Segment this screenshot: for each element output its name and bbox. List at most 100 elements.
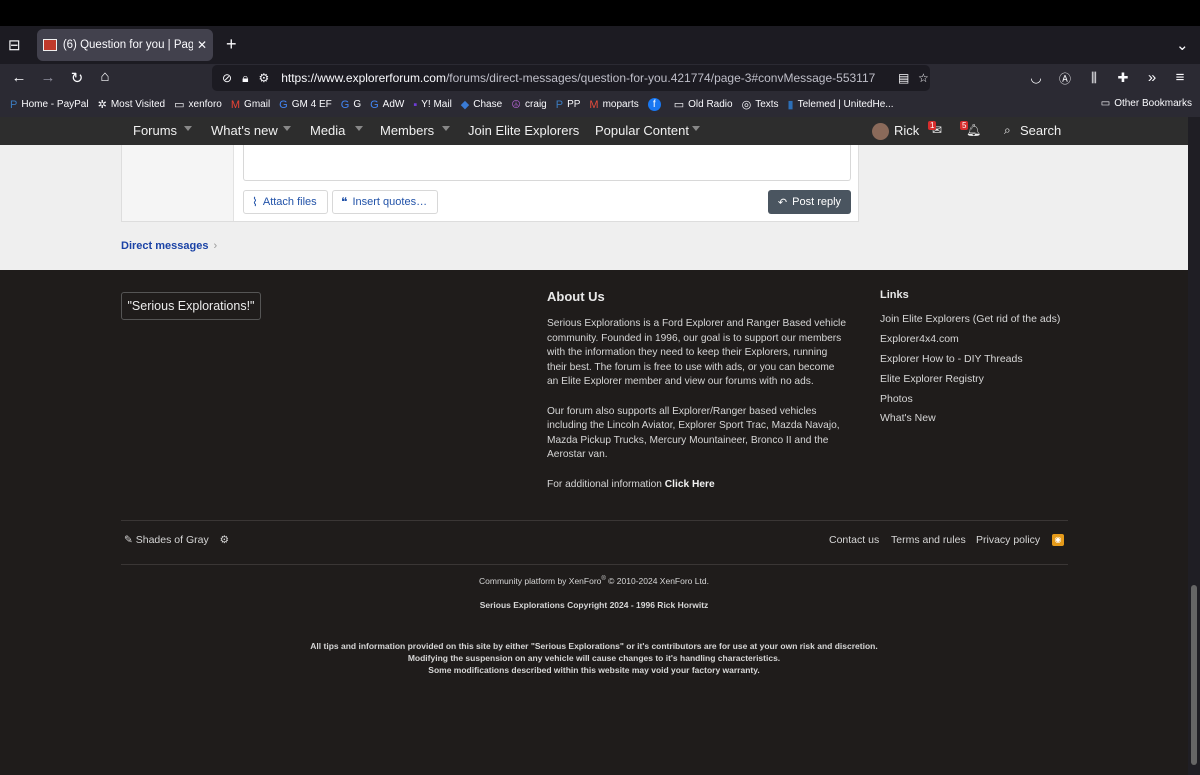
bookmark-item[interactable]: ▭ Old Radio [674,98,733,111]
bookmark-label: Y! Mail [421,99,452,110]
home-icon[interactable]: ⌂ [93,68,117,85]
overflow-icon[interactable]: » [1140,69,1164,86]
chevron-right-icon: › [213,240,218,252]
tracking-protection-icon[interactable]: ⊘ [222,71,232,85]
extensions-icon[interactable]: ✚ [1111,70,1135,86]
new-tab-icon[interactable]: + [226,34,237,55]
menu-icon[interactable]: ≡ [1168,69,1192,86]
reply-icon: ↶ [777,196,788,209]
about-paragraph-1: Serious Explorations is a Ford Explorer … [547,318,846,388]
bookmark-label: moparts [602,99,639,110]
bookmark-item[interactable]: G AdW [370,99,404,111]
library-icon[interactable]: ⫼ [1082,70,1106,86]
chevron-down-icon[interactable] [184,126,192,131]
terms-link[interactable]: Terms and rules [891,534,966,546]
bookmark-label: G [353,99,362,110]
gear-icon[interactable]: ⚙ [220,534,229,546]
bookmark-item[interactable]: ◎ Texts [742,98,779,111]
footer-link-whats-new[interactable]: What's New [880,411,1060,431]
bookmark-item[interactable]: ✲ Most Visited [98,98,166,111]
footer-link-photos[interactable]: Photos [880,392,1060,412]
bookmark-item[interactable]: ◆ Chase [461,98,502,111]
reply-editor[interactable] [243,145,851,181]
post-reply-button[interactable]: ↶ Post reply [768,190,851,214]
nav-popular-content[interactable]: Popular Content [595,123,689,138]
reload-icon[interactable]: ↻ [65,69,89,87]
style-chooser[interactable]: ✎ Shades of Gray ⚙ [124,534,229,546]
breadcrumb: Direct messages › [121,240,217,252]
url-bar[interactable]: ⊘ 🔒︎ ⚙ https://www.explorerforum.com/for… [212,65,930,91]
globe-icon: ◎ [741,99,752,111]
click-here-link[interactable]: Click Here [665,479,715,490]
nav-media[interactable]: Media [310,123,345,138]
scrollbar-thumb[interactable] [1191,585,1197,765]
disclaimer-line: Modifying the suspension on any vehicle … [407,653,781,664]
chevron-down-icon[interactable] [283,126,291,131]
google-icon: G [279,98,288,111]
bell-icon[interactable]: 🔔︎ [966,123,981,137]
footer-link-explorer4x4[interactable]: Explorer4x4.com [880,332,1060,352]
bookmark-item[interactable]: Mmoparts [589,99,638,111]
page-scrollbar[interactable] [1188,117,1200,775]
tab-bar: ⊟ (6) Question for you | Page 3 | F ✕ + … [0,26,1200,64]
search-icon[interactable]: ⌕ [1004,123,1011,138]
bookmark-item[interactable]: P Home - PayPal [10,99,89,111]
other-bookmarks[interactable]: ▭ Other Bookmarks [1101,98,1192,109]
nav-members[interactable]: Members [380,123,434,138]
bookmark-item[interactable]: M Gmail [231,99,270,111]
attach-files-button[interactable]: ⌇ Attach files [243,190,328,214]
list-all-tabs-icon[interactable]: ⌄ [1176,36,1189,54]
privacy-link[interactable]: Privacy policy [976,534,1040,546]
url-path: /forums/direct-messages/question-for-you… [445,71,876,85]
about-heading: About Us [547,289,605,304]
bookmark-label: GM 4 EF [291,99,332,110]
forward-icon[interactable]: → [36,69,60,86]
footer-link-registry[interactable]: Elite Explorer Registry [880,372,1060,392]
nav-search[interactable]: Search [1020,123,1061,138]
bookmark-star-icon[interactable]: ☆ [918,71,929,85]
nav-user[interactable]: Rick [894,123,919,138]
quote-icon: ❝ [341,195,348,209]
lock-icon[interactable]: 🔒︎ [242,71,248,86]
active-tab[interactable]: (6) Question for you | Page 3 | F ✕ [37,29,213,61]
nav-forums[interactable]: Forums [133,123,177,138]
bookmark-label: AdW [382,99,405,110]
site-navigation: Forums What's new Media Members Join Eli… [0,117,1188,145]
reader-view-icon[interactable]: ▤ [898,71,909,85]
bookmark-item[interactable]: ☮ craig [511,98,547,111]
footer-link-how-to[interactable]: Explorer How to - DIY Threads [880,352,1060,372]
bookmark-item[interactable]: GG [341,99,361,111]
bookmark-item[interactable]: ▭ xenforo [174,98,222,111]
chevron-down-icon[interactable] [355,126,363,131]
chevron-down-icon[interactable] [442,126,450,131]
paypal-icon: P [555,98,564,111]
close-tab-icon[interactable]: ✕ [197,38,207,52]
chevron-down-icon[interactable] [692,126,700,131]
rss-icon[interactable]: ◉ [1052,534,1064,546]
nav-join-elite[interactable]: Join Elite Explorers [468,123,579,138]
folder-icon: ▭ [673,99,685,111]
insert-quotes-button[interactable]: ❝ Insert quotes… [332,190,438,214]
bookmark-item[interactable]: ▮ Telemed | UnitedHe... [788,98,894,111]
bookmark-item[interactable]: f [647,98,665,111]
breadcrumb-direct-messages[interactable]: Direct messages [121,240,208,252]
permissions-icon[interactable]: ⚙ [258,71,269,85]
account-icon[interactable]: Ⓐ [1053,70,1077,87]
web-page: Forums What's new Media Members Join Eli… [0,117,1188,775]
pocket-icon[interactable]: ◡ [1024,70,1048,86]
bookmark-label: Texts [755,99,779,110]
gmail-icon: M [230,98,241,111]
contact-us-link[interactable]: Contact us [829,534,879,546]
xenforo-link[interactable]: Community platform by XenForo [479,576,601,586]
bookmark-item[interactable]: G GM 4 EF [279,99,332,111]
xenforo-copyright: © 2010-2024 XenForo Ltd. [605,576,709,586]
tab-list-icon[interactable]: ⊟ [8,36,21,54]
back-icon[interactable]: ← [7,69,31,86]
footer-divider [121,564,1068,565]
url-text[interactable]: https://www.explorerforum.com/forums/dir… [281,71,875,85]
footer-link-join-elite[interactable]: Join Elite Explorers (Get rid of the ads… [880,312,1060,332]
bookmark-item[interactable]: P PP [556,99,581,111]
nav-whats-new[interactable]: What's new [211,123,278,138]
bookmark-item[interactable]: ▪ Y! Mail [413,99,451,111]
avatar[interactable] [872,123,889,140]
